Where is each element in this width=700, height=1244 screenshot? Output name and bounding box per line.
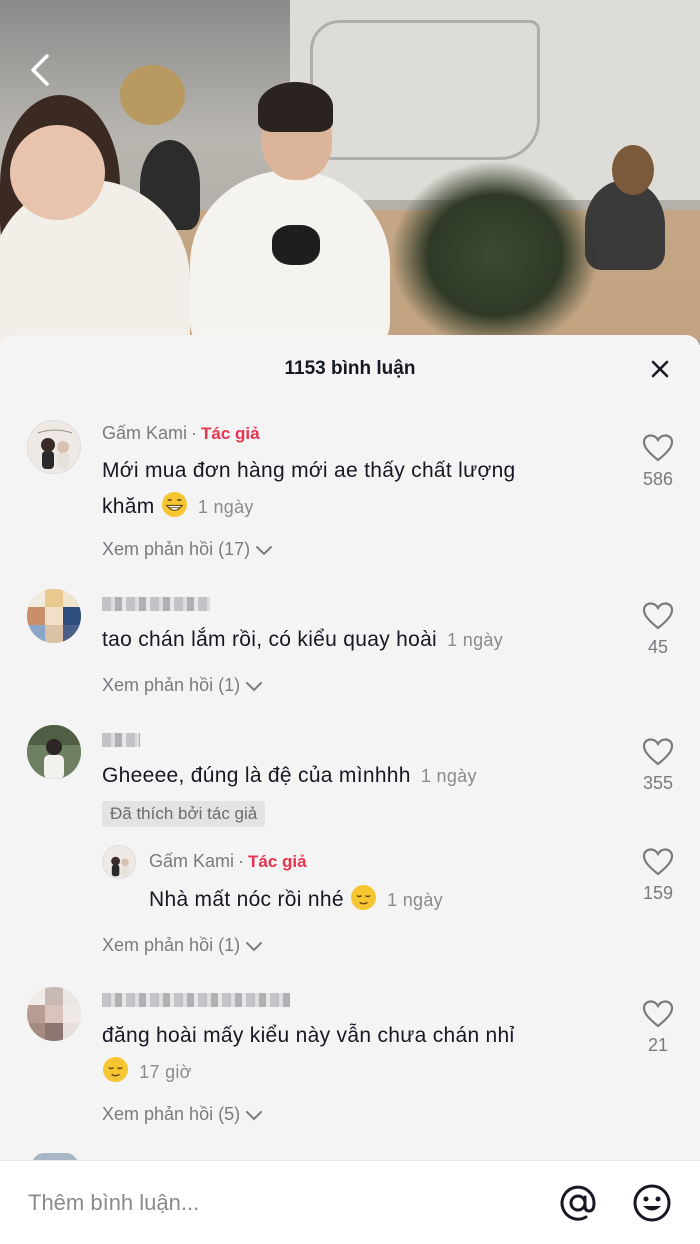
heart-icon (642, 738, 674, 766)
video-person (258, 82, 333, 132)
comment-text-line1: đăng hoài mấy kiểu này vẫn chưa chán nhỉ (102, 1024, 515, 1047)
reply-text-line1: Nhà mất nóc rồi nhé (149, 888, 344, 911)
chevron-down-icon (256, 545, 273, 555)
view-replies-button[interactable]: Xem phản hồi (1) (102, 935, 264, 956)
comment-text: Gheeee, đúng là đệ của mìnhhh 1 ngày (102, 758, 622, 794)
comment-time: 1 ngày (420, 766, 477, 786)
mention-button[interactable] (558, 1183, 598, 1223)
comment-text: tao chán lắm rồi, có kiểu quay hoài 1 ng… (102, 622, 622, 658)
view-replies-label: Xem phản hồi (5) (102, 1104, 241, 1124)
video-wall-art (310, 20, 540, 160)
comment-time: 1 ngày (447, 630, 504, 650)
comment-input[interactable] (28, 1183, 508, 1223)
heart-icon (642, 434, 674, 462)
back-icon (31, 54, 49, 86)
avatar-image (103, 846, 135, 878)
like-button[interactable]: 355 (638, 737, 678, 794)
relieved-emoji-icon (102, 1056, 129, 1083)
comment-text-line1: Gheeee, đúng là đệ của mìnhhh (102, 764, 411, 787)
video-plant (390, 160, 600, 345)
comments-sheet: 1153 bình luận Gấm Kami · Tác giả Mới mu (0, 335, 700, 1244)
comment-count-title: 1153 bình luận (284, 358, 416, 379)
comment-username[interactable] (102, 733, 140, 747)
like-button[interactable]: 159 (638, 847, 678, 904)
comment-text-line1: tao chán lắm rồi, có kiểu quay hoài (102, 628, 438, 651)
like-count: 355 (642, 773, 674, 793)
comment-text-line2: khăm (102, 495, 155, 518)
avatar[interactable] (27, 589, 81, 643)
at-icon (560, 1185, 596, 1221)
comment-text: đăng hoài mấy kiểu này vẫn chưa chán nhỉ… (102, 1018, 602, 1090)
view-replies-label: Xem phản hồi (1) (102, 935, 241, 955)
comment-time: 1 ngày (197, 497, 254, 517)
comment-text: Mới mua đơn hàng mới ae thấy chất lượng … (102, 453, 582, 525)
like-button[interactable]: 45 (638, 601, 678, 658)
heart-icon (642, 848, 674, 876)
avatar-image (27, 589, 81, 643)
like-count: 586 (642, 469, 674, 489)
author-separator: · (238, 851, 245, 871)
close-button[interactable] (648, 357, 672, 381)
video-person (612, 145, 654, 195)
sheet-header: 1153 bình luận (0, 335, 700, 403)
avatar[interactable] (102, 845, 136, 879)
avatar[interactable] (27, 420, 81, 474)
avatar-image (27, 987, 81, 1041)
like-count: 159 (642, 883, 674, 903)
chevron-down-icon (246, 681, 263, 691)
comment-username[interactable] (102, 597, 210, 611)
close-icon (651, 360, 669, 378)
like-count: 45 (647, 637, 669, 657)
grin-emoji-icon (161, 491, 187, 518)
like-count: 21 (647, 1035, 669, 1055)
author-separator: · (191, 423, 198, 443)
emoji-button[interactable] (632, 1183, 672, 1223)
like-button[interactable]: 586 (638, 433, 678, 490)
liked-by-author-badge: Đã thích bởi tác giả (102, 801, 266, 827)
comment-time: 17 giờ (139, 1062, 192, 1082)
like-button[interactable]: 21 (638, 999, 678, 1056)
author-tag: Tác giả (201, 423, 260, 443)
video-person (10, 125, 105, 220)
author-tag: Tác giả (248, 851, 307, 871)
heart-icon (642, 602, 674, 630)
avatar-image (28, 421, 80, 473)
comment-username[interactable] (102, 993, 290, 1007)
avatar-image (27, 725, 81, 779)
reply-username[interactable]: Gấm Kami (149, 851, 234, 872)
view-replies-button[interactable]: Xem phản hồi (17) (102, 539, 274, 560)
comment-input-bar (0, 1160, 700, 1244)
video-frame[interactable] (0, 0, 700, 345)
avatar[interactable] (27, 987, 81, 1041)
relieved-emoji-icon (350, 884, 376, 911)
chevron-down-icon (246, 1110, 263, 1120)
emoji-icon (633, 1184, 671, 1222)
chevron-down-icon (246, 941, 263, 951)
view-replies-label: Xem phản hồi (1) (102, 675, 241, 695)
video-glove (272, 225, 320, 265)
comment-username-row: Gấm Kami · Tác giả (102, 423, 260, 444)
comment-text-line1: Mới mua đơn hàng mới ae thấy chất lượng (102, 459, 516, 482)
comment-username[interactable]: Gấm Kami (102, 423, 187, 444)
video-person (120, 65, 185, 125)
view-replies-button[interactable]: Xem phản hồi (5) (102, 1104, 264, 1125)
back-button[interactable] (22, 52, 58, 88)
reply-username-row: Gấm Kami · Tác giả (149, 851, 307, 872)
reply-time: 1 ngày (387, 890, 443, 910)
view-replies-label: Xem phản hồi (17) (102, 539, 251, 559)
reply-text: Nhà mất nóc rồi nhé 1 ngày (149, 882, 569, 918)
avatar[interactable] (27, 725, 81, 779)
view-replies-button[interactable]: Xem phản hồi (1) (102, 675, 264, 696)
heart-icon (642, 1000, 674, 1028)
